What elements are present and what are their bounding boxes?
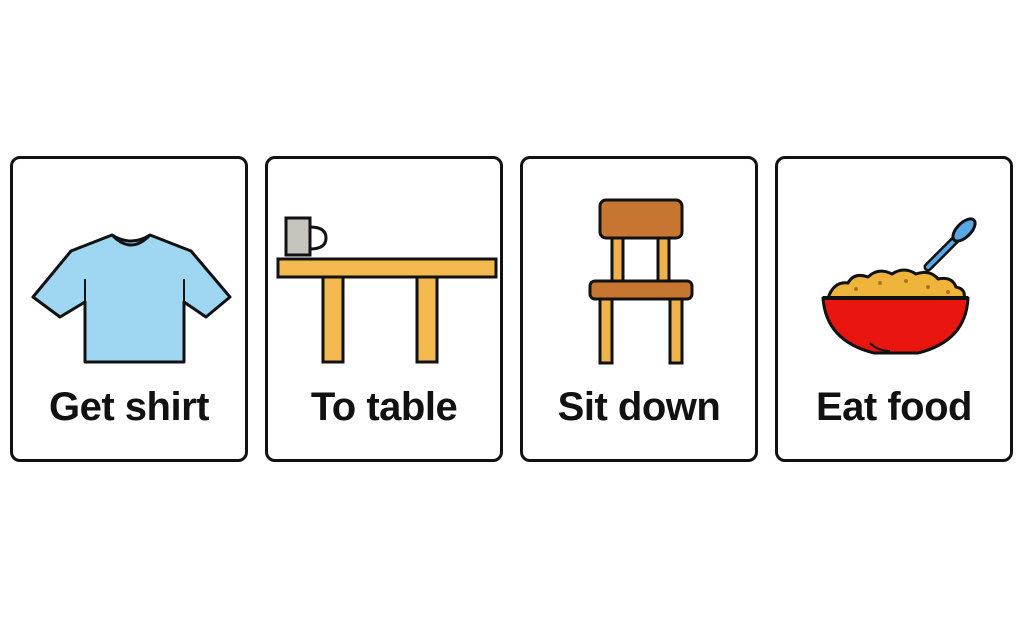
schedule-card-to-table[interactable]: To table: [265, 156, 503, 462]
shirt-icon: [31, 233, 232, 364]
visual-schedule: Get shirt To table Sit down Eat food: [0, 0, 1024, 623]
card-label-sit-down: Sit down: [557, 385, 721, 429]
schedule-card-get-shirt[interactable]: Get shirt: [10, 156, 248, 462]
spoon-icon: [923, 217, 977, 272]
schedule-card-sit-down[interactable]: Sit down: [520, 156, 758, 462]
card-label-get-shirt: Get shirt: [49, 385, 209, 429]
card-label-to-table: To table: [310, 385, 458, 429]
schedule-card-eat-food[interactable]: Eat food: [775, 156, 1013, 462]
mug-icon: [284, 216, 328, 257]
card-label-eat-food: Eat food: [816, 385, 972, 429]
bowl-icon: [821, 217, 977, 355]
table-icon: [276, 216, 498, 364]
chair-icon: [588, 198, 694, 365]
